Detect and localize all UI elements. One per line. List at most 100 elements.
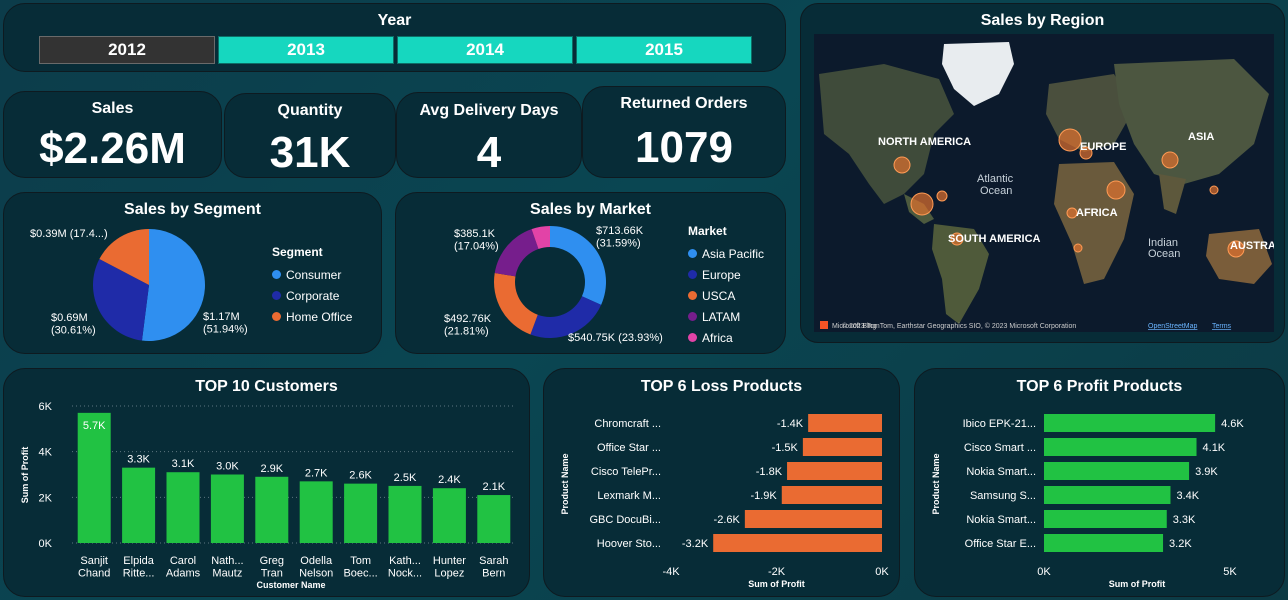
map-label-atlantic-ocean: Ocean [980,185,1012,197]
customer-bar-value-4: 3.0K [216,461,239,473]
customer-bar-value-10: 2.1K [482,481,505,493]
customer-name-9: Hunter Lopez [433,555,466,580]
kpi-label-sales: Sales [91,100,134,117]
legend-label-usca: USCA [702,288,736,303]
customer-name-4: Nath... Mautz [211,555,243,580]
legend-dot-consumer [272,270,281,279]
customer-bar-9[interactable] [432,488,466,543]
year-button-2013[interactable]: 2013 [218,36,394,64]
map-label-indian-ocean: Ocean [1148,248,1180,260]
legend-item-consumer[interactable]: Consumer [272,264,352,285]
donut-label-usca: $492.76K (21.81%) [444,313,492,338]
profit-product-value-5: 3.3K [1173,514,1196,526]
y-tick-4k: 4K [39,447,53,459]
loss-products-chart[interactable]: -1.4K Chromcraft ... -1.5K Office Star ... -… [544,369,900,597]
customer-bar-4[interactable] [210,474,244,544]
customer-bar-6[interactable] [299,481,333,543]
profit-product-name-3: Nokia Smart... [966,466,1036,478]
profit-product-value-1: 4.6K [1221,418,1244,430]
bubble-africa-3 [1073,243,1083,253]
customer-bar-1[interactable] [77,412,111,543]
profit-product-name-1: Ibico EPK-21... [963,418,1036,430]
bubble-africa-1 [1106,180,1126,200]
customer-bar-10[interactable] [477,495,511,543]
map-label-atlantic: Atlantic [977,173,1014,185]
loss-product-bar-1[interactable] [808,414,882,432]
map-label-asia: ASIA [1188,131,1214,143]
loss-product-bar-2[interactable] [802,438,882,456]
kpi-value-quantity: 31K [269,128,351,177]
legend-item-usca[interactable]: USCA [688,285,764,306]
year-button-2015[interactable]: 2015 [576,36,752,64]
profit-product-bar-1[interactable] [1044,414,1216,432]
loss-products-card: TOP 6 Loss Products -1.4K Chromcraft ... -… [543,368,900,597]
profit-product-bar-5[interactable] [1044,510,1167,528]
y-axis-label: Sum of Profit [20,447,30,504]
profit-product-name-4: Samsung S... [970,490,1036,502]
year-slicer-title: Year [377,12,412,29]
kpi-card-quantity: Quantity 31K [224,93,396,178]
legend-label-africa: Africa [702,330,733,345]
profit-product-name-6: Office Star E... [965,538,1036,550]
profit-product-bar-3[interactable] [1044,462,1190,480]
customer-bar-5[interactable] [255,476,289,543]
loss-product-bar-3[interactable] [787,462,882,480]
profit-product-bar-4[interactable] [1044,486,1171,504]
customer-bar-value-6: 2.7K [305,467,328,479]
donut-slice-latam[interactable] [494,229,539,277]
y-tick-0k: 0K [39,538,53,550]
legend-item-latam[interactable]: LATAM [688,306,764,327]
year-button-2012[interactable]: 2012 [39,36,215,64]
loss-product-y-axis-label: Product Name [560,453,570,514]
customer-bar-value-9: 2.4K [438,474,461,486]
kpi-card-returned-orders: Returned Orders 1079 [582,86,786,178]
profit-product-x-tick-5k: 5K [1223,566,1237,578]
loss-product-name-6: Hoover Sto... [597,538,661,550]
market-legend: Market Asia Pacific Europe USCA LATAM Af… [688,224,764,348]
profit-product-bar-6[interactable] [1044,534,1164,552]
loss-product-value-3: -1.8K [756,466,783,478]
loss-product-name-3: Cisco TelePr... [591,466,661,478]
profit-products-card: TOP 6 Profit Products 4.6K Ibico EPK-21..… [914,368,1285,597]
loss-product-value-5: -2.6K [714,514,741,526]
profit-product-y-axis-label: Product Name [931,453,941,514]
legend-item-europe[interactable]: Europe [688,264,764,285]
profit-product-value-4: 3.4K [1176,490,1199,502]
customer-bar-2[interactable] [122,467,156,543]
kpi-card-sales: Sales $2.26M [3,91,222,178]
pie-slice-consumer[interactable] [141,229,205,341]
bubble-asia [1161,151,1179,169]
customer-bar-3[interactable] [166,472,200,543]
legend-item-africa[interactable]: Africa [688,327,764,348]
map-label-australia: AUSTRA [1230,240,1274,252]
kpi-card-avg-delivery-days: Avg Delivery Days 4 [396,92,582,178]
kpi-value-avg-delivery-days: 4 [476,128,502,177]
customer-bar-value-5: 2.9K [260,463,283,475]
loss-product-value-4: -1.9K [750,490,777,502]
legend-label-home-office: Home Office [286,309,353,324]
loss-product-bar-6[interactable] [713,534,882,552]
legend-label-corporate: Corporate [286,288,340,303]
pie-label-home-office: $0.39M (17.4...) [30,228,108,240]
world-map[interactable]: NORTH AMERICA EUROPE ASIA AFRICA SOUTH A… [814,34,1274,332]
map-title: Sales by Region [980,12,1105,29]
legend-item-home-office[interactable]: Home Office [272,306,352,327]
profit-product-bar-2[interactable] [1044,438,1197,456]
legend-item-corporate[interactable]: Corporate [272,285,352,306]
customer-bar-7[interactable] [344,483,378,543]
top-customers-card: TOP 10 Customers 0K 2K 4K 6K 5.7K Sanjit Chand… [3,368,530,597]
loss-product-bar-4[interactable] [781,486,882,504]
loss-product-bar-5[interactable] [744,510,882,528]
year-button-2014[interactable]: 2014 [397,36,573,64]
legend-dot-latam [688,312,697,321]
profit-products-chart[interactable]: 4.6K Ibico EPK-21... 4.1K Cisco Smart ... 3.… [915,369,1285,597]
customer-bar-8[interactable] [388,485,422,543]
profit-product-value-2: 4.1K [1203,442,1226,454]
x-axis-label: Customer Name [256,580,325,590]
segment-pie-card: Sales by Segment $1.17M (51.94%) $0.69M (30… [3,192,382,354]
top-customers-chart[interactable]: 0K 2K 4K 6K 5.7K Sanjit Chand 3.3K Elpida Ritte..… [4,369,530,597]
profit-product-value-6: 3.2K [1169,538,1192,550]
loss-product-name-4: Lexmark M... [597,490,661,502]
legend-item-asia-pacific[interactable]: Asia Pacific [688,243,764,264]
donut-slice-usca[interactable] [494,273,538,335]
